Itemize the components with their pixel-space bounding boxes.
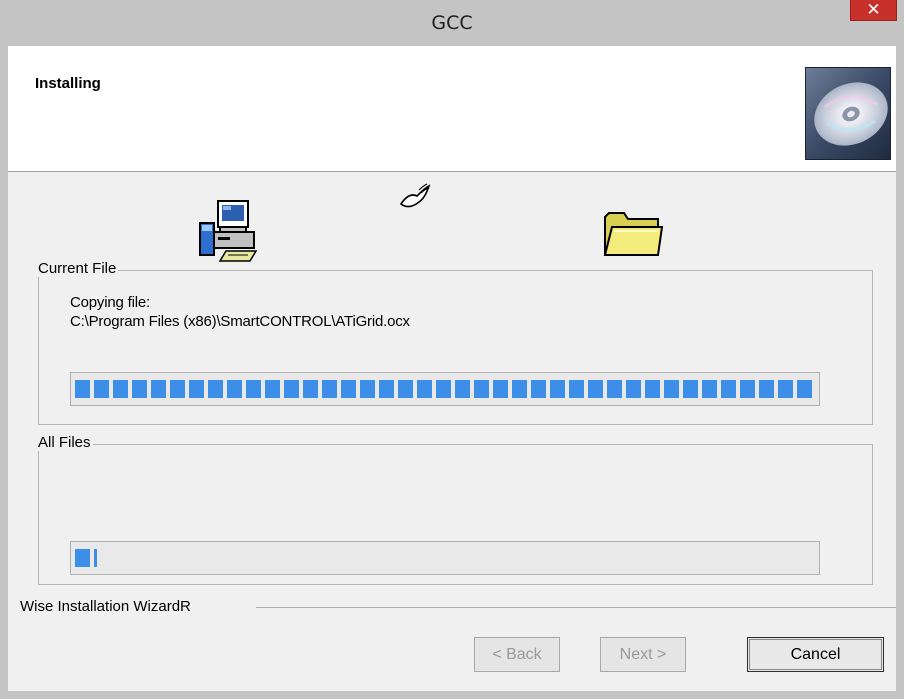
current-file-progress-fill bbox=[75, 380, 815, 398]
installer-window: GCC ✕ Installing Current File Copying fi… bbox=[0, 0, 904, 699]
next-button[interactable]: Next > bbox=[600, 637, 686, 672]
all-files-progress-fill bbox=[75, 549, 97, 567]
folder-icon bbox=[603, 212, 664, 256]
cd-disc-icon bbox=[805, 67, 891, 160]
flying-paper-icon bbox=[399, 183, 431, 208]
copying-file-label: Copying file: bbox=[70, 294, 150, 311]
current-file-legend: Current File bbox=[36, 260, 119, 277]
page-title: Installing bbox=[35, 75, 101, 92]
current-file-path: C:\Program Files (x86)\SmartCONTROL\ATiG… bbox=[70, 313, 410, 330]
footer-divider bbox=[256, 607, 896, 608]
title-bar: GCC ✕ bbox=[0, 0, 904, 46]
wizard-header: Installing bbox=[8, 46, 896, 172]
all-files-progress-bar bbox=[70, 541, 820, 575]
computer-installer-icon bbox=[199, 200, 258, 262]
wizard-body: Installing Current File Copying file: C:… bbox=[8, 46, 896, 691]
all-files-legend: All Files bbox=[36, 434, 93, 451]
close-button[interactable]: ✕ bbox=[850, 0, 897, 21]
back-button[interactable]: < Back bbox=[474, 637, 560, 672]
wizard-brand-label: Wise Installation WizardR bbox=[20, 598, 194, 615]
current-file-progress-bar bbox=[70, 372, 820, 406]
cancel-button[interactable]: Cancel bbox=[747, 637, 884, 672]
